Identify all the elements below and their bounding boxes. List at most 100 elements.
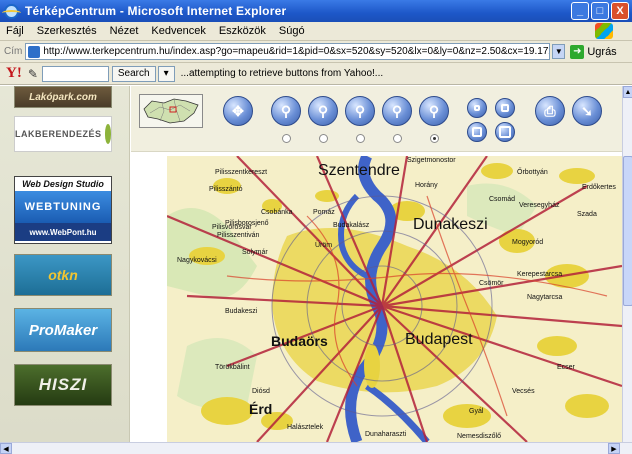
map-label-town: Üröm <box>315 242 333 249</box>
zoom-level-5-button[interactable]: ⚲ <box>419 96 449 126</box>
zoom-level-2-button[interactable]: ⚲ <box>308 96 338 126</box>
ad-lakberendezes[interactable]: LAKBERENDEZÉS <box>14 116 112 152</box>
ad-promaker[interactable]: ProMaker <box>14 308 112 352</box>
print-button[interactable]: ⎙ <box>535 96 565 126</box>
map-view[interactable]: Szentendre Dunakeszi Budapest Budaörs Ér… <box>167 156 622 442</box>
menu-edit[interactable]: Szerkesztés <box>37 25 97 37</box>
magnifier-icon: ⚲ <box>280 102 292 119</box>
internet-explorer-icon <box>2 3 21 19</box>
horizontal-scrollbar[interactable]: ◀ ▶ <box>0 442 632 454</box>
magnifier-icon: ⚲ <box>317 102 329 119</box>
ad-hiszi[interactable]: HISZI <box>14 364 112 406</box>
ad-webtuning[interactable]: Web Design Studio WEBTUNING www.WebPont.… <box>14 176 112 244</box>
size-large-button[interactable] <box>467 122 487 142</box>
map-label-budapest: Budapest <box>405 331 473 348</box>
close-button[interactable]: X <box>611 2 629 20</box>
map-label-town: Mogyoród <box>512 239 544 246</box>
size-medium-button[interactable] <box>495 98 515 118</box>
map-label-town: Halásztelek <box>287 424 324 431</box>
map-label-town: Csömör <box>479 280 504 287</box>
scroll-up-arrow-icon[interactable]: ▲ <box>623 86 632 98</box>
map-label-town: Veresegyház <box>519 202 560 209</box>
pencil-icon[interactable]: ✎ <box>28 67 38 81</box>
zoom-level-1-button[interactable]: ⚲ <box>271 96 301 126</box>
map-label-szentendre: Szentendre <box>318 162 400 179</box>
address-input[interactable]: http://www.terkepcentrum.hu/index.asp?go… <box>25 43 551 60</box>
map-label-town: Szada <box>577 211 597 218</box>
window-medium-icon <box>501 104 509 112</box>
window-controls: _ □ X <box>571 2 629 20</box>
windows-logo-icon <box>595 23 613 39</box>
magnifier-icon: ⚲ <box>354 102 366 119</box>
vertical-scrollbar[interactable]: ▲ <box>622 86 632 442</box>
address-label: Cím <box>4 46 23 57</box>
map-label-town: Diósd <box>252 388 270 395</box>
map-label-town: Horány <box>415 182 438 189</box>
map-label-town: Pilisborosjenő <box>225 220 269 227</box>
map-label-budaors: Budaörs <box>271 333 328 349</box>
zoom-radio-1[interactable] <box>282 134 291 143</box>
map-label-town: Szigetmonostor <box>407 157 456 164</box>
yahoo-search-dropdown[interactable]: ▾ <box>157 65 175 82</box>
map-label-town: Budakalász <box>333 222 370 229</box>
map-toolbar: ✥ ⚲ ⚲ ⚲ ⚲ ⚲ ⎙ ➘ <box>131 86 622 152</box>
go-arrow-icon: ➜ <box>570 44 585 59</box>
scroll-left-arrow-icon[interactable]: ◀ <box>0 443 12 454</box>
magnifier-icon: ⚲ <box>391 102 403 119</box>
menu-view[interactable]: Nézet <box>110 25 139 37</box>
page-content: Lakópark.com LAKBERENDEZÉS Web Design St… <box>0 86 622 442</box>
menu-favorites[interactable]: Kedvencek <box>151 25 205 37</box>
left-ad-column: Lakópark.com LAKBERENDEZÉS Web Design St… <box>0 86 130 442</box>
map-label-town: Őrbottyán <box>517 169 548 176</box>
map-label-town: Dunaharaszti <box>365 431 407 438</box>
maximize-button[interactable]: □ <box>591 2 609 20</box>
ad-lakopark[interactable]: Lakópark.com <box>14 86 112 108</box>
go-label: Ugrás <box>587 45 617 58</box>
window-title-bar: TérképCentrum - Microsoft Internet Explo… <box>0 0 632 22</box>
magnifier-icon: ⚲ <box>428 102 440 119</box>
vertical-scroll-thumb[interactable] <box>623 156 632 306</box>
yahoo-search-input[interactable] <box>41 65 109 82</box>
map-label-town: Nagykovácsi <box>177 257 217 264</box>
minimize-button[interactable]: _ <box>571 2 589 20</box>
menu-tools[interactable]: Eszközök <box>219 25 266 37</box>
zoom-level-3-button[interactable]: ⚲ <box>345 96 375 126</box>
page-icon <box>28 45 41 58</box>
ad-lakberendezes-logo <box>104 124 111 144</box>
map-label-town: Budakeszi <box>225 308 258 315</box>
zoom-radio-5[interactable] <box>430 134 439 143</box>
print-icon: ⎙ <box>544 102 556 119</box>
zoom-radio-2[interactable] <box>319 134 328 143</box>
measure-button[interactable]: ➘ <box>572 96 602 126</box>
menu-file[interactable]: Fájl <box>6 25 24 37</box>
yahoo-toolbar: Y! ✎ Search ▾ ...attempting to retrieve … <box>0 63 632 85</box>
size-xlarge-button[interactable] <box>495 122 515 142</box>
menu-help[interactable]: Súgó <box>279 25 305 37</box>
map-label-town: Csobánka <box>261 209 293 216</box>
zoom-radio-3[interactable] <box>356 134 365 143</box>
zoom-radio-4[interactable] <box>393 134 402 143</box>
go-button[interactable]: ➜ Ugrás <box>570 44 617 59</box>
overview-minimap[interactable] <box>139 94 203 128</box>
yahoo-logo-icon[interactable]: Y! <box>6 65 22 82</box>
ad-otkon[interactable]: otkn <box>14 254 112 296</box>
zoom-level-4-button[interactable]: ⚲ <box>382 96 412 126</box>
map-label-town: Törökbálint <box>215 364 250 371</box>
map-label-town: Erdőkertes <box>582 184 616 191</box>
map-label-town: Vecsés <box>512 388 535 395</box>
ad-webpont-url: www.WebPont.hu <box>15 223 111 241</box>
map-label-town: Pilisszántó <box>209 186 243 193</box>
pan-center-button[interactable]: ✥ <box>223 96 253 126</box>
ad-lakberendezes-label: LAKBERENDEZÉS <box>15 129 102 139</box>
map-label-dunakeszi: Dunakeszi <box>413 216 488 233</box>
map-label-erd: Érd <box>249 401 273 417</box>
map-label-town: Nemesdiszőlő <box>457 433 501 440</box>
menu-bar: Fájl Szerkesztés Nézet Kedvencek Eszközö… <box>0 22 632 41</box>
map-label-town: Nagytarcsa <box>527 294 563 301</box>
window-small-icon <box>474 105 480 111</box>
map-label-town: Kerepestarcsa <box>517 271 563 278</box>
size-small-button[interactable] <box>467 98 487 118</box>
yahoo-search-button[interactable]: Search <box>111 65 156 82</box>
address-dropdown-button[interactable]: ▼ <box>552 44 566 59</box>
scroll-right-arrow-icon[interactable]: ▶ <box>608 443 620 454</box>
